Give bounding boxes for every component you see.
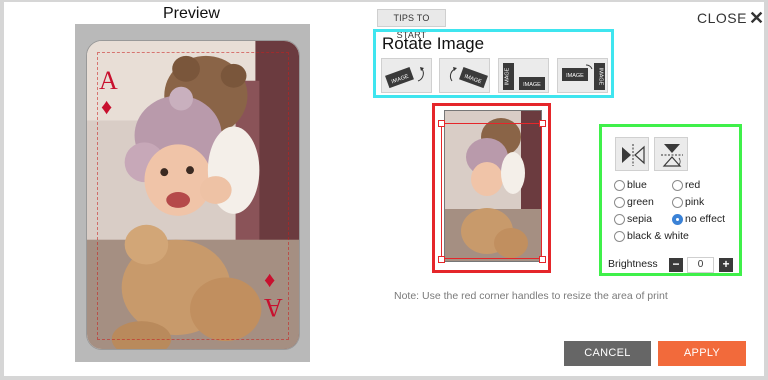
rotate-icon-label: IMAGE bbox=[505, 67, 511, 85]
resize-note: Note: Use the red corner handles to resi… bbox=[394, 290, 668, 302]
effect-label: red bbox=[685, 179, 701, 191]
rotate-icon-label: IMAGE bbox=[523, 82, 541, 88]
resize-handle-bottom-left[interactable] bbox=[438, 256, 445, 263]
close-label: CLOSE bbox=[697, 10, 747, 26]
close-button[interactable]: CLOSE ✕ bbox=[697, 8, 765, 28]
effect-option-blue[interactable]: blue bbox=[614, 179, 647, 191]
rotate-right-icon: IMAGE bbox=[449, 67, 488, 89]
radio-icon[interactable] bbox=[614, 196, 625, 208]
radio-icon[interactable] bbox=[614, 230, 625, 242]
effect-option-pink[interactable]: pink bbox=[672, 196, 704, 208]
effect-label: blue bbox=[627, 179, 647, 191]
flip-horizontal-button[interactable] bbox=[615, 137, 649, 171]
rotate-icon-label: IMAGE bbox=[598, 68, 604, 86]
close-icon: ✕ bbox=[748, 8, 765, 28]
resize-handle-top-right[interactable] bbox=[539, 120, 546, 127]
effect-label: pink bbox=[685, 196, 705, 208]
brightness-increase-button[interactable]: + bbox=[719, 258, 733, 272]
effect-option-sepia[interactable]: sepia bbox=[614, 213, 652, 225]
preview-title: Preview bbox=[163, 5, 220, 22]
rotate-vertical-left-icon: IMAGE IMAGE bbox=[503, 63, 545, 90]
effect-label: sepia bbox=[627, 213, 653, 225]
cancel-button[interactable]: CANCEL bbox=[564, 341, 651, 366]
apply-button[interactable]: APPLY bbox=[658, 341, 746, 366]
rotate-icon-label: IMAGE bbox=[566, 73, 584, 79]
rotate-vertical-left-button[interactable]: IMAGE IMAGE bbox=[498, 58, 549, 93]
card-print-area bbox=[97, 52, 289, 340]
resize-handle-top-left[interactable] bbox=[438, 120, 445, 127]
rotate-right-button[interactable]: IMAGE bbox=[439, 58, 490, 93]
radio-icon[interactable] bbox=[614, 179, 625, 191]
effects-panel: blue red green pink sepia no effect blac… bbox=[599, 124, 742, 276]
radio-icon[interactable] bbox=[672, 196, 683, 208]
effect-label: black & white bbox=[627, 230, 689, 242]
effect-option-no-effect[interactable]: no effect bbox=[672, 213, 725, 225]
effect-option-red[interactable]: red bbox=[672, 179, 700, 191]
tips-to-start-button[interactable]: TIPS TO START bbox=[377, 9, 446, 40]
rotate-vertical-right-button[interactable]: IMAGE IMAGE bbox=[557, 58, 608, 93]
brightness-label: Brightness bbox=[608, 258, 658, 270]
radio-selected-icon[interactable] bbox=[672, 213, 683, 225]
rotate-image-title: Rotate Image bbox=[382, 34, 485, 53]
radio-icon[interactable] bbox=[672, 179, 683, 191]
card-rank-bottom: A bbox=[264, 293, 283, 322]
print-area-rectangle[interactable] bbox=[441, 123, 542, 259]
rotate-vertical-right-icon: IMAGE IMAGE bbox=[562, 63, 605, 90]
diamond-suit-icon: ♦ bbox=[101, 94, 113, 119]
card-rank-top: A bbox=[99, 66, 118, 95]
brightness-decrease-button[interactable]: − bbox=[669, 258, 683, 272]
rotate-image-panel: Rotate Image IMAGE IMAGE IMAGE IMAGE IMA… bbox=[373, 29, 614, 98]
effect-label: no effect bbox=[685, 213, 726, 225]
effect-option-green[interactable]: green bbox=[614, 196, 654, 208]
effect-label: green bbox=[627, 196, 654, 208]
resize-handle-bottom-right[interactable] bbox=[539, 256, 546, 263]
flip-vertical-icon bbox=[661, 144, 683, 167]
flip-horizontal-icon bbox=[622, 144, 645, 166]
rotate-left-icon: IMAGE bbox=[385, 67, 424, 89]
flip-vertical-button[interactable] bbox=[654, 137, 688, 171]
radio-icon[interactable] bbox=[614, 213, 625, 225]
brightness-value[interactable]: 0 bbox=[687, 257, 714, 273]
effect-option-black-white[interactable]: black & white bbox=[614, 230, 689, 242]
rotate-left-button[interactable]: IMAGE bbox=[381, 58, 432, 93]
diamond-suit-icon: ♦ bbox=[264, 269, 276, 294]
